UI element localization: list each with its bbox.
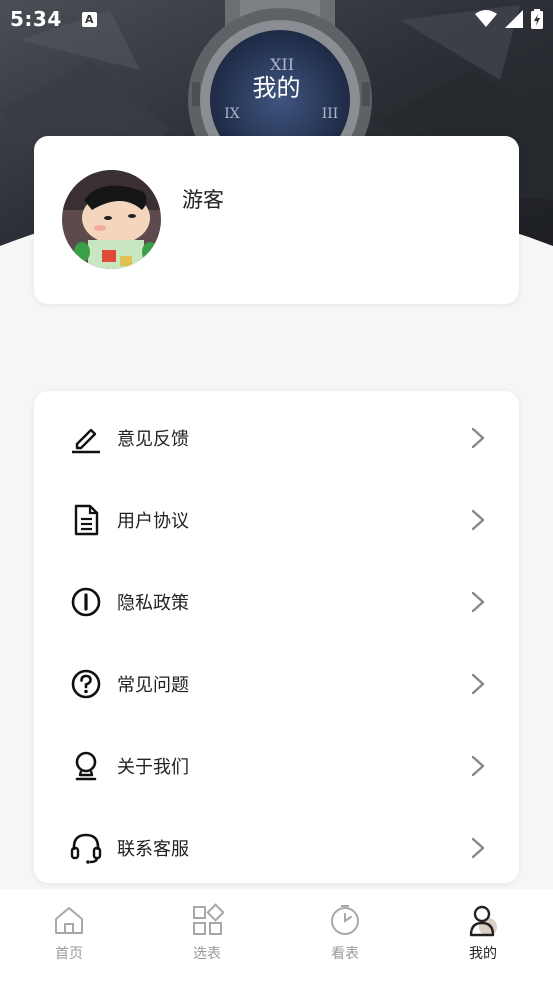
profile-card[interactable]: 游客 (34, 136, 519, 304)
avatar[interactable] (62, 170, 161, 269)
signal-icon (505, 10, 523, 28)
home-icon (55, 907, 83, 934)
svg-text:IX: IX (224, 106, 240, 122)
settings-menu: 意见反馈 用户协议 隐私政策 常见问题 关于我们 联系客服 (34, 391, 519, 883)
headset-icon (70, 832, 102, 864)
battery-icon (531, 9, 543, 29)
document-icon (70, 504, 102, 536)
menu-item-about-us[interactable]: 关于我们 (34, 725, 519, 807)
menu-item-privacy-policy[interactable]: 隐私政策 (34, 561, 519, 643)
menu-item-user-agreement[interactable]: 用户协议 (34, 479, 519, 561)
menu-label: 隐私政策 (117, 593, 189, 614)
username: 游客 (182, 188, 224, 212)
pin-icon (70, 750, 102, 782)
tab-label: 看表 (331, 946, 359, 962)
menu-label: 意见反馈 (117, 429, 189, 450)
grid-icon (193, 903, 224, 935)
chevron-right-icon (468, 426, 488, 450)
chevron-right-icon (468, 754, 488, 778)
svg-text:III: III (322, 106, 339, 122)
status-bar: 5:34 A (0, 0, 553, 38)
menu-item-feedback[interactable]: 意见反馈 (34, 397, 519, 479)
page-title: 我的 (252, 74, 301, 102)
chevron-right-icon (468, 672, 488, 696)
menu-label: 关于我们 (117, 757, 189, 778)
status-icons (475, 9, 543, 29)
pen-icon (70, 422, 102, 454)
chevron-right-icon (468, 836, 488, 860)
chevron-right-icon (468, 508, 488, 532)
question-circle-icon (70, 668, 102, 700)
tab-mine[interactable]: 我的 (443, 903, 523, 967)
menu-label: 用户协议 (117, 511, 189, 532)
clock-icon (331, 905, 359, 935)
wifi-icon (475, 10, 497, 27)
bottom-tab-bar: 首页 选表 看表 我的 (0, 889, 553, 984)
menu-item-contact-support[interactable]: 联系客服 (34, 807, 519, 889)
tab-label: 我的 (469, 946, 497, 962)
tab-select-watch[interactable]: 选表 (167, 903, 247, 967)
menu-label: 常见问题 (117, 675, 189, 696)
notification-icon: A (81, 11, 97, 27)
menu-label: 联系客服 (117, 839, 189, 860)
tab-label: 首页 (55, 946, 83, 962)
tab-view-watch[interactable]: 看表 (305, 903, 385, 967)
tab-label: 选表 (193, 946, 221, 962)
tab-home[interactable]: 首页 (29, 903, 109, 967)
menu-item-faq[interactable]: 常见问题 (34, 643, 519, 725)
status-time: 5:34 (10, 7, 62, 31)
info-circle-icon (70, 586, 102, 618)
user-icon (469, 905, 497, 937)
chevron-right-icon (468, 590, 488, 614)
